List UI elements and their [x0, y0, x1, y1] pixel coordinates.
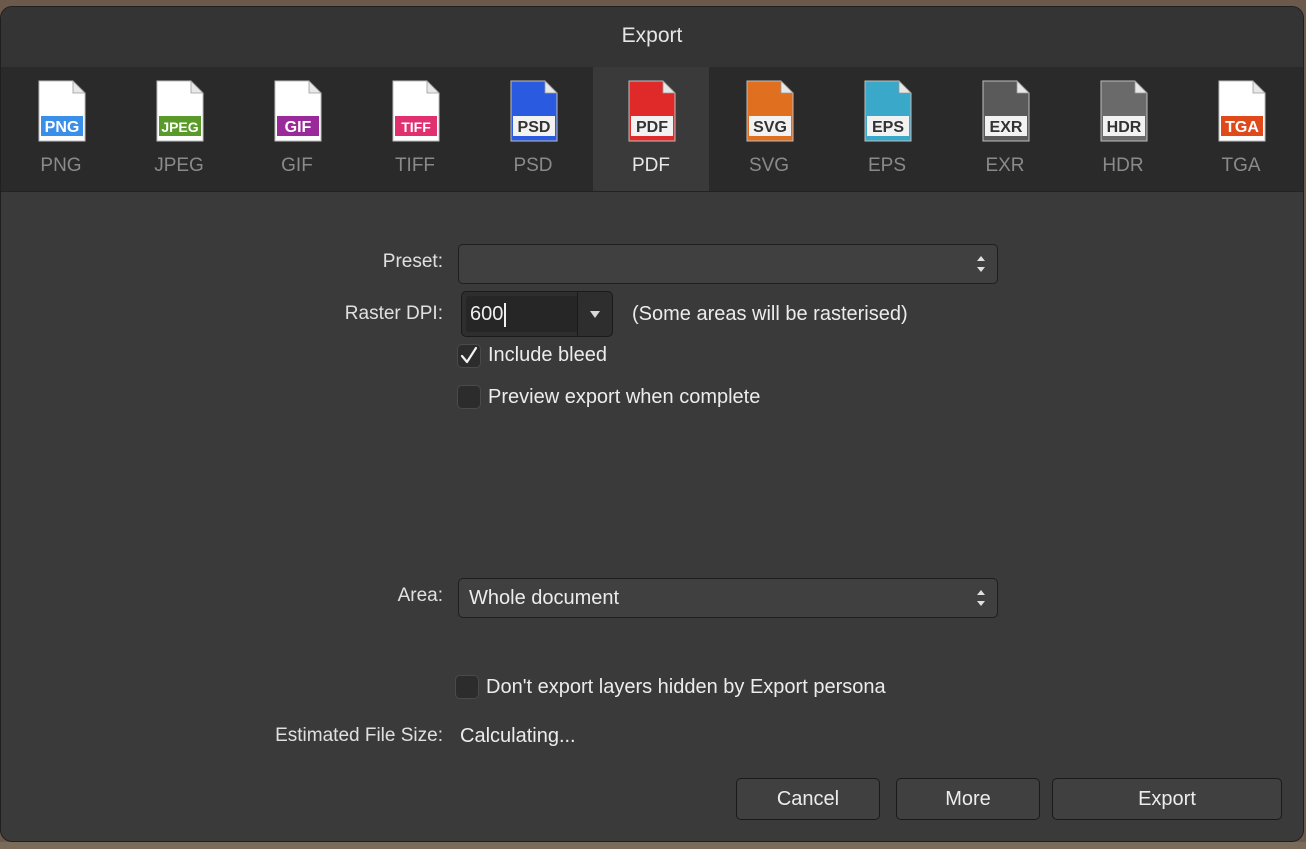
- format-tab-label: SVG: [748, 155, 790, 176]
- raster-dpi-label: Raster DPI:: [344, 303, 443, 324]
- hidden-layers-checkbox[interactable]: [455, 675, 479, 699]
- file-size-label: Estimated File Size:: [275, 725, 443, 746]
- preview-export-label[interactable]: Preview export when complete: [488, 386, 760, 409]
- format-bar: PNG PNG JPEG JPEG GIF GIF TIFF TIFF PSD PSD PDF PDF…: [1, 67, 1303, 192]
- psd-file-icon: PSD: [510, 80, 558, 142]
- format-tab-pdf[interactable]: PDF PDF: [593, 67, 709, 191]
- hdr-icon-badge: HDR: [1107, 119, 1142, 136]
- cancel-button[interactable]: Cancel: [736, 778, 880, 820]
- format-tab-svg[interactable]: SVG SVG: [711, 67, 827, 191]
- export-button[interactable]: Export: [1052, 778, 1282, 820]
- desktop-background: [0, 842, 1306, 849]
- format-tab-jpeg[interactable]: JPEG JPEG: [121, 67, 237, 191]
- eps-file-icon: EPS: [864, 80, 912, 142]
- preset-label: Preset:: [382, 251, 443, 272]
- exr-icon-badge: EXR: [990, 119, 1023, 136]
- format-tab-exr[interactable]: EXR EXR: [947, 67, 1063, 191]
- format-tab-label: TIFF: [394, 155, 436, 176]
- tiff-icon-badge: TIFF: [401, 119, 431, 135]
- file-size-value: Calculating...: [460, 725, 576, 747]
- tga-icon-badge: TGA: [1225, 119, 1259, 136]
- format-tab-label: TGA: [1221, 155, 1261, 176]
- format-tab-label: EPS: [867, 155, 907, 176]
- png-file-icon: PNG: [38, 80, 86, 142]
- format-tab-gif[interactable]: GIF GIF: [239, 67, 355, 191]
- dialog-title: Export: [1, 7, 1303, 67]
- format-tab-png[interactable]: PNG PNG: [3, 67, 119, 191]
- format-tab-eps[interactable]: EPS EPS: [829, 67, 945, 191]
- format-tab-label: PDF: [632, 155, 670, 176]
- area-value: Whole document: [469, 587, 620, 609]
- updown-arrows-icon: [977, 256, 985, 272]
- format-tab-label: JPEG: [154, 155, 204, 176]
- tiff-file-icon: TIFF: [392, 80, 440, 142]
- raster-dpi-input[interactable]: 600: [466, 296, 578, 332]
- raster-dpi-dropdown-button[interactable]: [577, 292, 612, 336]
- eps-icon-badge: EPS: [872, 119, 904, 136]
- format-tab-tiff[interactable]: TIFF TIFF: [357, 67, 473, 191]
- gif-file-icon: GIF: [274, 80, 322, 142]
- svg-file-icon: SVG: [746, 80, 794, 142]
- checkmark-icon: [460, 346, 478, 364]
- chevron-down-icon: [590, 311, 600, 318]
- format-tab-label: PNG: [40, 155, 82, 176]
- format-tab-label: HDR: [1102, 155, 1144, 176]
- export-dialog: Export PNG PNG JPEG JPEG GIF GIF TIFF TIFF PSD PS…: [0, 6, 1304, 842]
- format-tab-psd[interactable]: PSD PSD: [475, 67, 591, 191]
- updown-arrows-icon: [977, 590, 985, 606]
- more-button[interactable]: More: [896, 778, 1040, 820]
- preset-select[interactable]: [458, 244, 998, 284]
- raster-dpi-note: (Some areas will be rasterised): [632, 303, 908, 325]
- include-bleed-label[interactable]: Include bleed: [488, 344, 607, 367]
- jpeg-icon-badge: JPEG: [161, 119, 198, 135]
- format-tab-hdr[interactable]: HDR HDR: [1065, 67, 1181, 191]
- format-tab-label: PSD: [513, 155, 553, 176]
- area-label: Area:: [397, 585, 443, 606]
- area-select[interactable]: Whole document: [458, 578, 998, 618]
- raster-dpi-combo: 600: [461, 291, 613, 337]
- gif-icon-badge: GIF: [285, 119, 312, 136]
- svg-icon-badge: SVG: [753, 119, 787, 136]
- preview-export-checkbox[interactable]: [457, 385, 481, 409]
- hdr-file-icon: HDR: [1100, 80, 1148, 142]
- tga-file-icon: TGA: [1218, 80, 1266, 142]
- exr-file-icon: EXR: [982, 80, 1030, 142]
- format-tab-tga[interactable]: TGA TGA: [1183, 67, 1299, 191]
- pdf-file-icon: PDF: [628, 80, 676, 142]
- format-tab-label: EXR: [985, 155, 1025, 176]
- png-icon-badge: PNG: [45, 119, 80, 136]
- hidden-layers-label[interactable]: Don't export layers hidden by Export per…: [486, 676, 886, 699]
- format-tab-label: GIF: [281, 155, 313, 176]
- psd-icon-badge: PSD: [518, 119, 551, 136]
- jpeg-file-icon: JPEG: [156, 80, 204, 142]
- include-bleed-checkbox[interactable]: [457, 344, 481, 368]
- pdf-icon-badge: PDF: [636, 119, 668, 136]
